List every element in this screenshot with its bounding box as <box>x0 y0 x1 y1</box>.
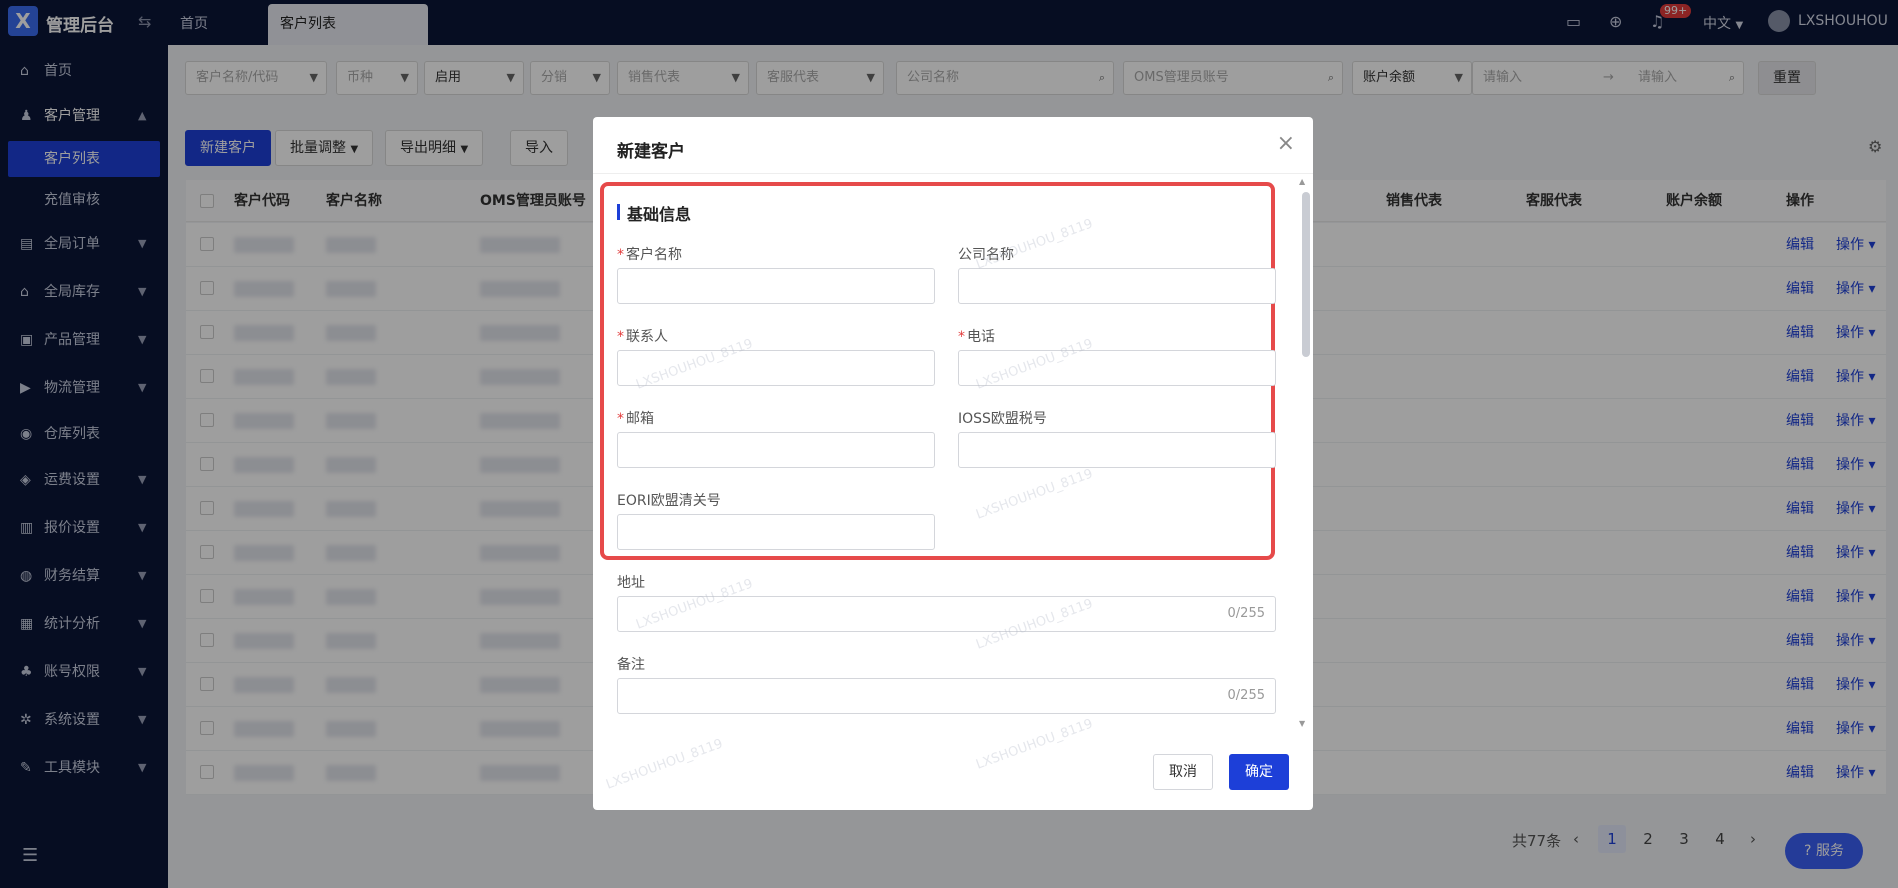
ioss-label: IOSS欧盟税号 <box>958 411 1047 427</box>
remark-char-counter: 0/255 <box>1227 688 1265 703</box>
scroll-down-icon[interactable]: ▼ <box>1299 719 1305 728</box>
eori-label: EORI欧盟清关号 <box>617 493 721 509</box>
address-label: 地址 <box>617 575 645 591</box>
email-label: * 邮箱 <box>617 408 654 428</box>
required-asterisk: * <box>958 329 965 345</box>
watermark: LXSHOUHOU_8119 <box>974 716 1095 773</box>
remark-label: 备注 <box>617 657 645 673</box>
contact-label: * 联系人 <box>617 326 668 346</box>
email-input[interactable] <box>617 432 935 468</box>
contact-label-text: 联系人 <box>626 329 668 345</box>
remark-textarea[interactable]: 0/255 <box>617 678 1276 714</box>
phone-label-text: 电话 <box>967 329 995 345</box>
address-char-counter: 0/255 <box>1227 606 1265 621</box>
confirm-button[interactable]: 确定 <box>1229 754 1289 790</box>
phone-label: * 电话 <box>958 326 995 346</box>
new-customer-dialog: 新建客户 × 基础信息 * 客户名称 公司名称 * 联系人 * 电话 * 邮箱 IOSS… <box>593 117 1313 810</box>
customer-name-label-text: 客户名称 <box>626 247 682 263</box>
customer-name-label: * 客户名称 <box>617 244 682 264</box>
dialog-title: 新建客户 <box>617 142 685 162</box>
required-asterisk: * <box>617 329 624 345</box>
close-icon[interactable]: × <box>1277 131 1295 156</box>
customer-name-input[interactable] <box>617 268 935 304</box>
ioss-input[interactable] <box>958 432 1276 468</box>
dialog-divider <box>593 173 1313 174</box>
required-asterisk: * <box>617 411 624 427</box>
watermark: LXSHOUHOU_8119 <box>604 736 725 793</box>
cancel-button[interactable]: 取消 <box>1153 754 1213 790</box>
scroll-up-icon[interactable]: ▲ <box>1299 177 1305 186</box>
section-marker <box>617 204 620 220</box>
section-title: 基础信息 <box>627 205 692 224</box>
eori-input[interactable] <box>617 514 935 550</box>
email-label-text: 邮箱 <box>626 411 654 427</box>
scrollbar-thumb[interactable] <box>1302 192 1310 357</box>
required-asterisk: * <box>617 247 624 263</box>
company-name-input[interactable] <box>958 268 1276 304</box>
